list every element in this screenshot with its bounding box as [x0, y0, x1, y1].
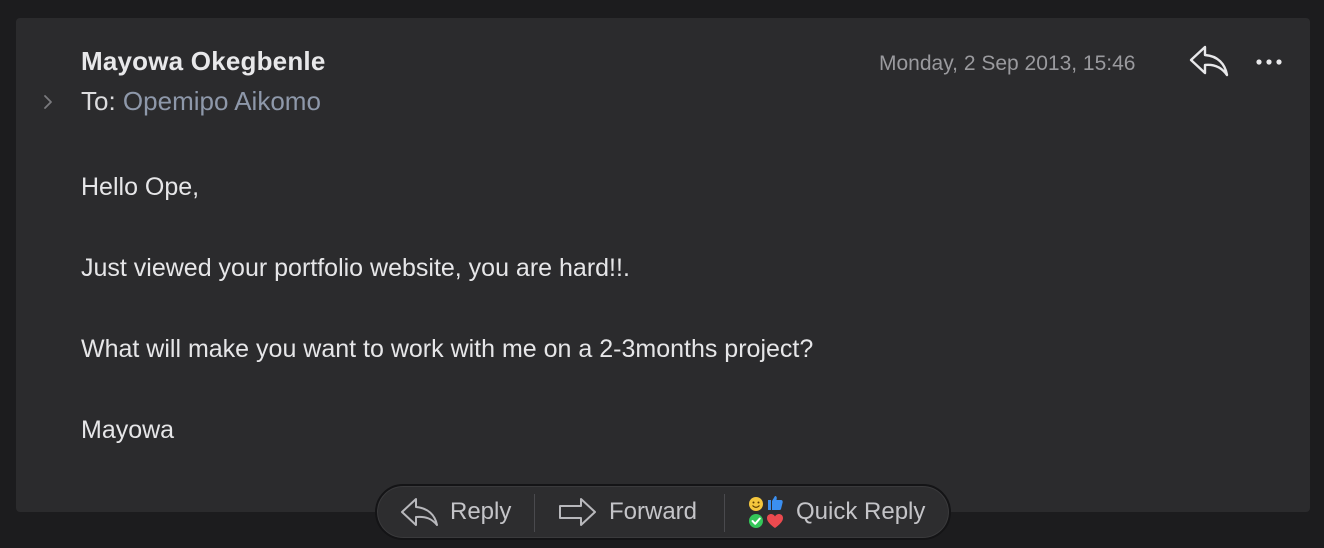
recipient-name[interactable]: Opemipo Aikomo	[123, 86, 321, 116]
action-toolbar: Reply Forward Quick Reply	[375, 484, 951, 540]
message-date: Monday, 2 Sep 2013, 15:46	[879, 52, 1136, 75]
toolbar-divider	[724, 494, 725, 532]
recipient-line: To: Opemipo Aikomo	[81, 86, 321, 117]
message-body: Hello Ope, Just viewed your portfolio we…	[81, 170, 813, 494]
body-line: Mayowa	[81, 416, 175, 444]
sender-name: Mayowa Okegbenle	[81, 46, 326, 76]
reply-button[interactable]: Reply	[399, 486, 511, 538]
emoji-reactions-icon	[749, 496, 783, 528]
body-line: Hello Ope,	[81, 173, 200, 201]
toolbar-divider	[534, 494, 535, 532]
reply-arrow-icon	[401, 498, 438, 526]
quick-reply-label: Quick Reply	[796, 498, 926, 525]
body-line: Just viewed your portfolio website, you …	[81, 254, 630, 282]
body-line: What will make you want to work with me …	[81, 335, 814, 363]
reply-arrow-icon[interactable]	[1187, 42, 1231, 80]
forward-label: Forward	[609, 498, 698, 525]
chevron-right-icon[interactable]	[40, 92, 56, 112]
forward-arrow-icon	[559, 498, 596, 526]
ellipsis-icon[interactable]	[1254, 54, 1284, 70]
reply-label: Reply	[450, 498, 512, 525]
to-label: To:	[81, 86, 116, 116]
quick-reply-button[interactable]: Quick Reply	[746, 486, 925, 538]
forward-button[interactable]: Forward	[557, 486, 697, 538]
